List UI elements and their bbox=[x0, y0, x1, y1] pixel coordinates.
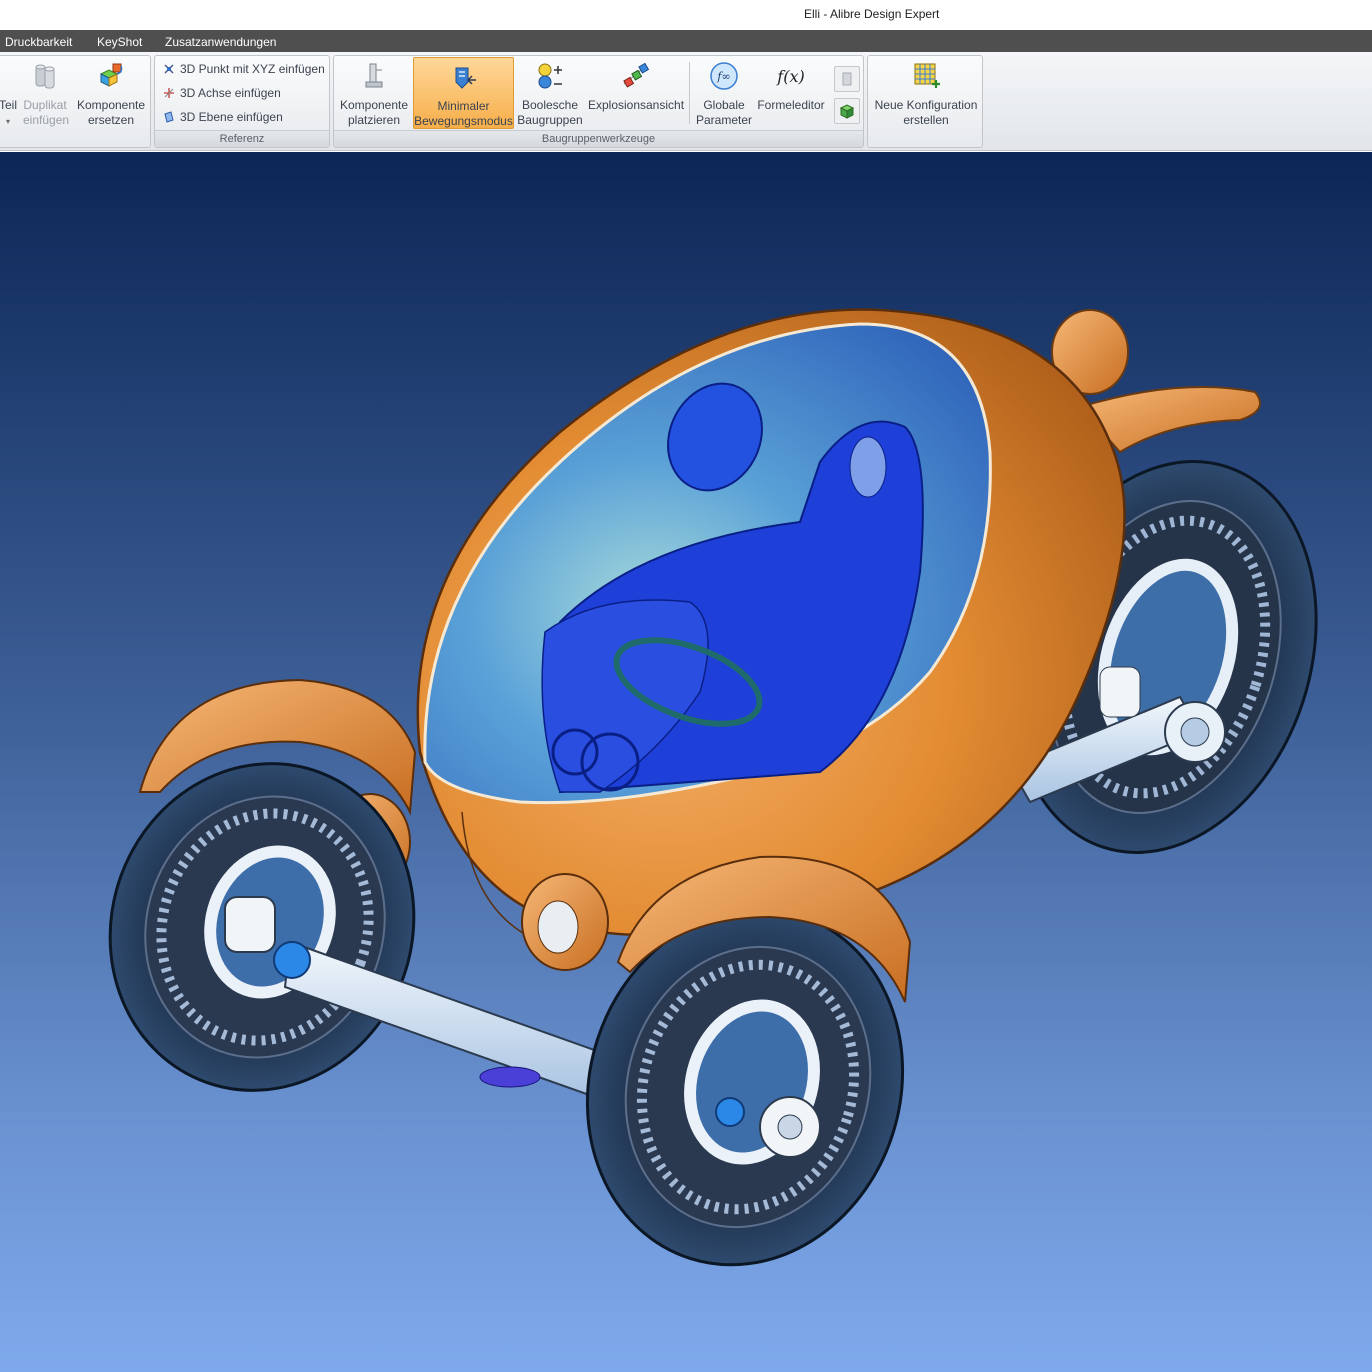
ribbon-separator bbox=[689, 62, 690, 124]
3d-achse-button[interactable]: 3D Achse einfügen bbox=[163, 84, 281, 102]
axis-icon bbox=[164, 88, 174, 98]
boolesche-label-1: Boolesche bbox=[521, 98, 579, 112]
komponente-platzieren-label-1: Komponente bbox=[339, 98, 409, 112]
menu-druckbarkeit[interactable]: Druckbarkeit bbox=[5, 35, 72, 49]
small-tool-button-1[interactable] bbox=[834, 66, 860, 92]
3d-ebene-button[interactable]: 3D Ebene einfügen bbox=[163, 108, 283, 126]
globale-label-2: Parameter bbox=[695, 113, 753, 127]
formeleditor-button[interactable]: f(x) Formeleditor bbox=[756, 56, 826, 131]
globale-label-1: Globale bbox=[703, 98, 745, 112]
explosionsansicht-label: Explosionsansicht bbox=[587, 98, 685, 112]
3d-punkt-label: 3D Punkt mit XYZ einfügen bbox=[180, 62, 325, 76]
green-cube-icon bbox=[839, 104, 855, 119]
global-parameters-icon: f∞ bbox=[710, 62, 738, 90]
referenz-group-label: Referenz bbox=[155, 130, 329, 147]
minimal-motion-icon bbox=[455, 67, 476, 89]
komponente-ersetzen-button[interactable]: Komponente ersetzen bbox=[75, 56, 147, 131]
globale-parameter-button[interactable]: f∞ Globale Parameter bbox=[692, 56, 756, 131]
menu-zusatzanwendungen[interactable]: Zusatzanwendungen bbox=[165, 35, 276, 49]
explosionsansicht-button[interactable]: Explosionsansicht bbox=[586, 56, 686, 131]
ribbon-group-teil: Teil ▾ Duplikat einfügen Komponente erse… bbox=[0, 55, 151, 148]
ribbon: Teil ▾ Duplikat einfügen Komponente erse… bbox=[0, 52, 1372, 151]
formula-editor-icon: f(x) bbox=[776, 67, 804, 86]
minimaler-bewegungsmodus-button[interactable]: Minimaler Bewegungsmodus bbox=[413, 57, 514, 129]
boolesche-baugruppen-button[interactable]: Boolesche Baugruppen bbox=[516, 56, 584, 131]
menu-bar: Druckbarkeit KeyShot Zusatzanwendungen bbox=[0, 30, 1372, 52]
3d-punkt-button[interactable]: 3D Punkt mit XYZ einfügen bbox=[163, 60, 325, 78]
komponente-platzieren-label-2: platzieren bbox=[347, 113, 401, 127]
neue-konfiguration-button[interactable]: Neue Konfiguration erstellen bbox=[870, 56, 982, 131]
3d-ebene-label: 3D Ebene einfügen bbox=[180, 110, 283, 124]
headlight-right bbox=[521, 873, 609, 971]
dropdown-arrow-icon[interactable]: ▾ bbox=[6, 114, 10, 129]
3d-viewport[interactable] bbox=[0, 152, 1372, 1372]
duplikat-einfuegen-button[interactable]: Duplikat einfügen bbox=[23, 56, 70, 131]
disabled-document-icon bbox=[842, 72, 852, 86]
exploded-view-icon bbox=[623, 62, 650, 88]
point-xyz-icon bbox=[164, 64, 174, 74]
baugruppenwerkzeuge-group-label: Baugruppenwerkzeuge bbox=[334, 130, 863, 147]
teil-button[interactable]: Teil ▾ bbox=[0, 56, 19, 131]
ribbon-group-konfiguration: Neue Konfiguration erstellen bbox=[867, 55, 983, 148]
svg-text:f∞: f∞ bbox=[716, 70, 730, 83]
komponente-ersetzen-label-1: Komponente bbox=[76, 98, 146, 112]
ribbon-group-referenz: 3D Punkt mit XYZ einfügen 3D Achse einfü… bbox=[154, 55, 330, 148]
menu-keyshot[interactable]: KeyShot bbox=[97, 35, 142, 49]
replace-component-icon bbox=[99, 63, 123, 87]
3d-achse-label: 3D Achse einfügen bbox=[180, 86, 281, 100]
car-model-render[interactable] bbox=[0, 152, 1372, 1372]
new-configuration-icon bbox=[914, 63, 940, 88]
minimaler-label-1: Minimaler bbox=[437, 99, 490, 113]
place-component-icon bbox=[365, 63, 383, 88]
minimaler-label-2: Bewegungsmodus bbox=[414, 114, 513, 128]
teil-label: Teil bbox=[0, 98, 18, 112]
window-title: Elli - Alibre Design Expert bbox=[804, 7, 940, 21]
duplikat-label-1: Duplikat bbox=[23, 98, 67, 112]
title-bar: Elli - Alibre Design Expert bbox=[0, 0, 1372, 30]
duplikat-label-2: einfügen bbox=[23, 113, 70, 127]
komponente-platzieren-button[interactable]: Komponente platzieren bbox=[336, 56, 412, 131]
small-tool-button-2[interactable] bbox=[834, 98, 860, 124]
boolean-assembly-icon bbox=[538, 63, 562, 89]
svg-text:f(x): f(x) bbox=[776, 67, 804, 86]
boolesche-label-2: Baugruppen bbox=[517, 113, 583, 127]
duplicate-icon bbox=[35, 64, 55, 89]
seat-hole bbox=[849, 436, 887, 498]
neue-konfiguration-label-1: Neue Konfiguration bbox=[874, 98, 978, 112]
komponente-ersetzen-label-2: ersetzen bbox=[87, 113, 135, 127]
neue-konfiguration-label-2: erstellen bbox=[903, 113, 949, 127]
plane-icon bbox=[164, 111, 174, 123]
ribbon-group-baugruppenwerkzeuge: Komponente platzieren Minimaler Bewegung… bbox=[333, 55, 864, 148]
formeleditor-label: Formeleditor bbox=[757, 98, 825, 112]
